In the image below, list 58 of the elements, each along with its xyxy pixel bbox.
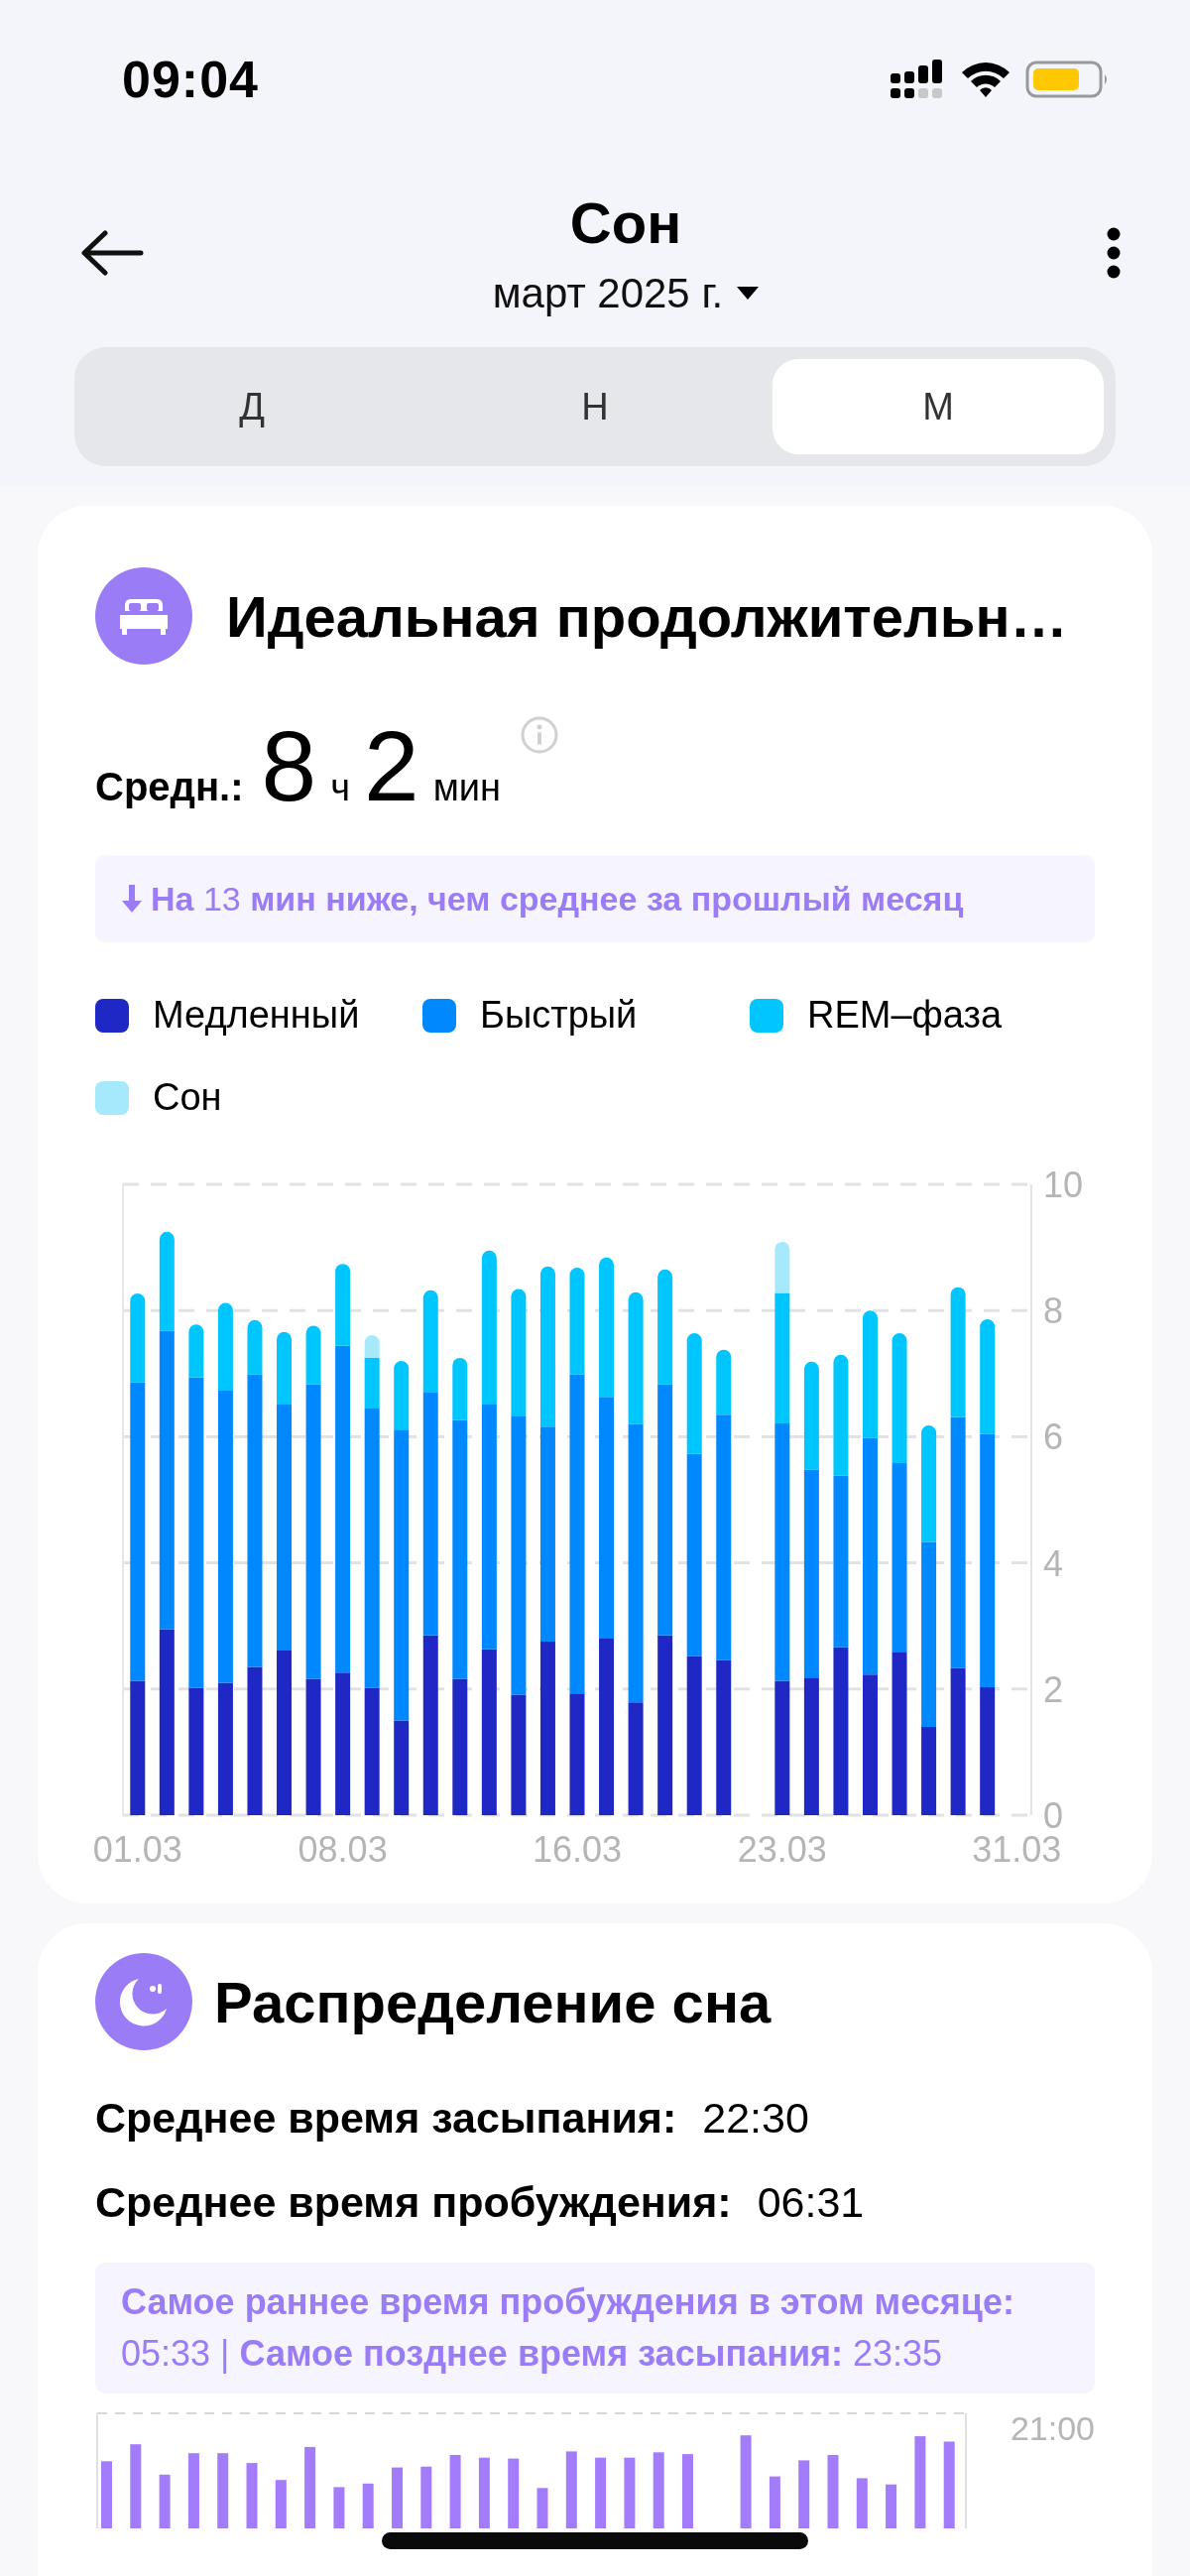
chart-bar [536,2488,548,2528]
chart-bar [769,2476,780,2528]
axis-label: 21:00 [1010,2409,1095,2448]
chart-bar [362,2483,374,2528]
chart-bar [159,2474,171,2528]
x-axis-label: 08.03 [298,1829,388,1870]
chart-bar [275,2480,287,2528]
chart-bar [624,2457,636,2528]
stat-label: Среднее время пробуждения: [95,2178,732,2227]
chart-bar [246,2463,258,2528]
bed-icon [95,567,192,665]
moon-icon [95,1953,192,2050]
chart-bar [420,2466,432,2528]
legend-label: Сон [153,1076,222,1119]
period-tab[interactable]: М [773,359,1104,454]
comparison-text: На 13 мин ниже, чем среднее за прошлый месяц [151,879,964,920]
card-title: Распределение сна [214,1968,772,2035]
chart-bar [886,2484,897,2528]
minutes-value: 2 [364,716,419,815]
back-icon[interactable] [79,229,145,277]
x-axis-label: 01.03 [92,1829,182,1870]
minutes-unit: мин [432,767,501,809]
status-time: 09:04 [122,50,259,109]
y-axis-label: 4 [1043,1542,1064,1584]
period-dropdown[interactable]: март 2025 г. [492,269,760,317]
hours-unit: ч [330,767,350,809]
legend-label: Медленный [153,994,360,1037]
y-axis-label: 6 [1043,1416,1064,1458]
battery-icon [1025,60,1109,99]
note-banner: Самое раннее время пробуждения в этом месяце: 05:33 | Самое позднее время засыпания: 23:35 [95,2263,1095,2393]
period-tab[interactable]: Н [429,359,761,454]
y-axis-label: 10 [1043,1165,1084,1205]
legend-label: Быстрый [480,994,638,1037]
chart-bar [392,2467,403,2528]
chart-bar [333,2487,345,2528]
y-axis-label: 2 [1043,1668,1064,1710]
chart-bar [856,2478,868,2528]
x-axis-label: 16.03 [532,1829,623,1870]
average-label: Средн.: [95,765,244,809]
page-title: Сон [569,188,682,256]
card-title: Идеальная продолжительн… [226,582,1068,650]
wifi-icon [960,60,1012,99]
chart-bar [798,2460,810,2528]
chart-bar [508,2458,520,2528]
stat-value: 06:31 [757,2178,865,2227]
stat-label: Среднее время засыпания: [95,2094,677,2143]
chart-bar [101,2461,112,2528]
chart-bar [595,2457,607,2528]
y-axis-label: 8 [1043,1290,1064,1332]
down-arrow-icon [121,885,143,913]
more-icon[interactable] [1107,227,1121,279]
caret-icon [737,286,760,301]
legend-label: REM–фаза [807,994,1003,1037]
stat-value: 22:30 [702,2094,809,2143]
period-tab[interactable]: Д [86,359,417,454]
chart-bar [478,2457,490,2528]
hours-value: 8 [261,716,317,815]
x-axis-label: 23.03 [737,1829,827,1870]
